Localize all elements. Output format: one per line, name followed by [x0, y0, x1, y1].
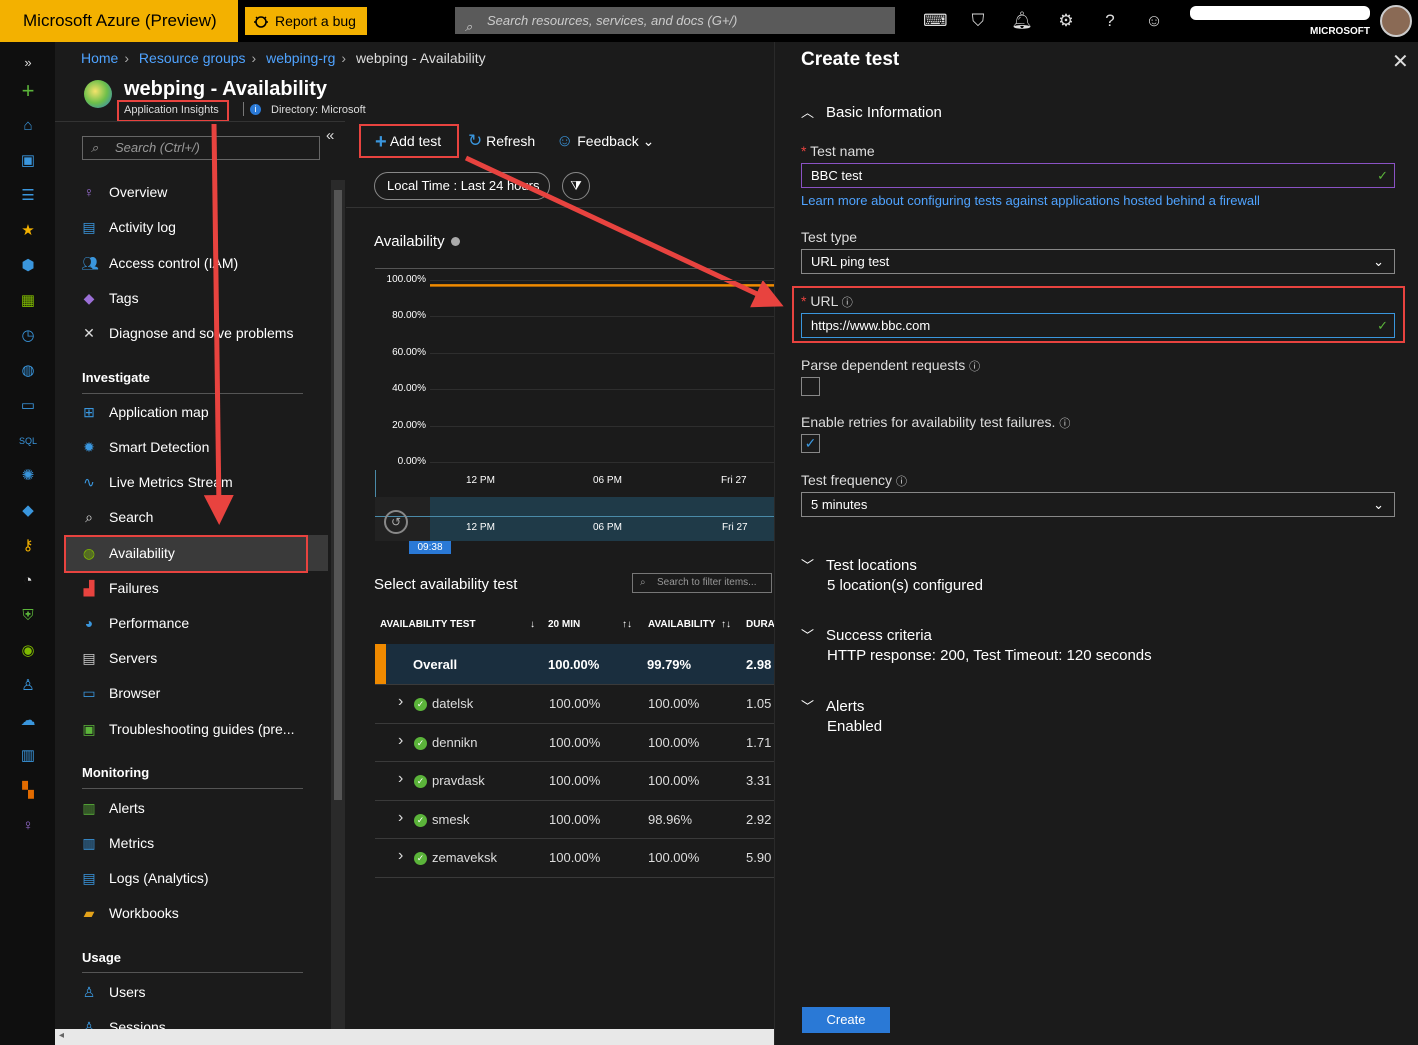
success-check-icon: ✓ — [414, 852, 427, 865]
y-tick-label: 0.00% — [397, 456, 426, 467]
y-gridline — [430, 316, 774, 318]
chevron-right-icon: › — [398, 693, 404, 710]
cell-name: zemaveksk — [432, 850, 498, 865]
cell-duration: 1.71 — [746, 734, 772, 750]
cell-name: pravdask — [432, 773, 485, 788]
annotation-arrows — [203, 123, 784, 525]
cell-duration: 3.31 — [746, 773, 772, 788]
y-tick-label: 20.00% — [392, 419, 426, 431]
cell-20min: 100.00% — [549, 850, 601, 865]
cell-20min: 100.00% — [549, 811, 601, 827]
cell-20min: 100.00% — [549, 696, 601, 711]
success-check-icon: ✓ — [414, 813, 427, 827]
cell-availability: 98.96% — [648, 811, 693, 827]
y-tick-label: 100.00% — [386, 274, 426, 285]
y-gridline — [430, 389, 774, 391]
cell-name: dennikn — [432, 734, 478, 750]
x-tick-label: Fri 27 — [721, 475, 747, 486]
y-gridline — [430, 425, 774, 427]
success-check-icon: ✓ — [414, 736, 427, 750]
arrow-to-url — [464, 155, 784, 308]
x-tick-label: 12 PM — [466, 475, 495, 486]
y-tick-label: 40.00% — [392, 383, 426, 395]
success-check-icon: ✓ — [414, 698, 427, 711]
y-gridline — [430, 280, 774, 281]
chevron-right-icon: › — [398, 808, 404, 826]
chevron-right-icon: › — [398, 731, 404, 749]
cell-availability: 100.00% — [648, 696, 700, 711]
y-gridline — [430, 462, 774, 463]
arrow-to-availability — [203, 123, 234, 525]
cell-duration: 2.92 — [746, 811, 772, 827]
x-tick-label: 06 PM — [593, 475, 622, 486]
y-tick-label: 80.00% — [392, 310, 426, 322]
cell-availability: 100.00% — [648, 773, 700, 788]
chevron-right-icon: › — [398, 770, 404, 787]
cell-availability: 100.00% — [648, 850, 700, 865]
cell-availability: 100.00% — [648, 734, 700, 750]
cell-name: smesk — [432, 811, 470, 827]
y-gridline — [430, 352, 774, 354]
success-check-icon: ✓ — [414, 775, 427, 788]
y-tick-label: 60.00% — [392, 346, 426, 358]
cell-name: datelsk — [432, 696, 474, 711]
chevron-right-icon: › — [398, 847, 404, 864]
cell-20min: 100.00% — [549, 773, 601, 788]
cell-20min: 100.00% — [549, 734, 601, 750]
cell-duration: 1.05 — [746, 696, 772, 711]
cell-duration: 5.90 — [746, 850, 772, 865]
row-divider — [375, 876, 774, 878]
